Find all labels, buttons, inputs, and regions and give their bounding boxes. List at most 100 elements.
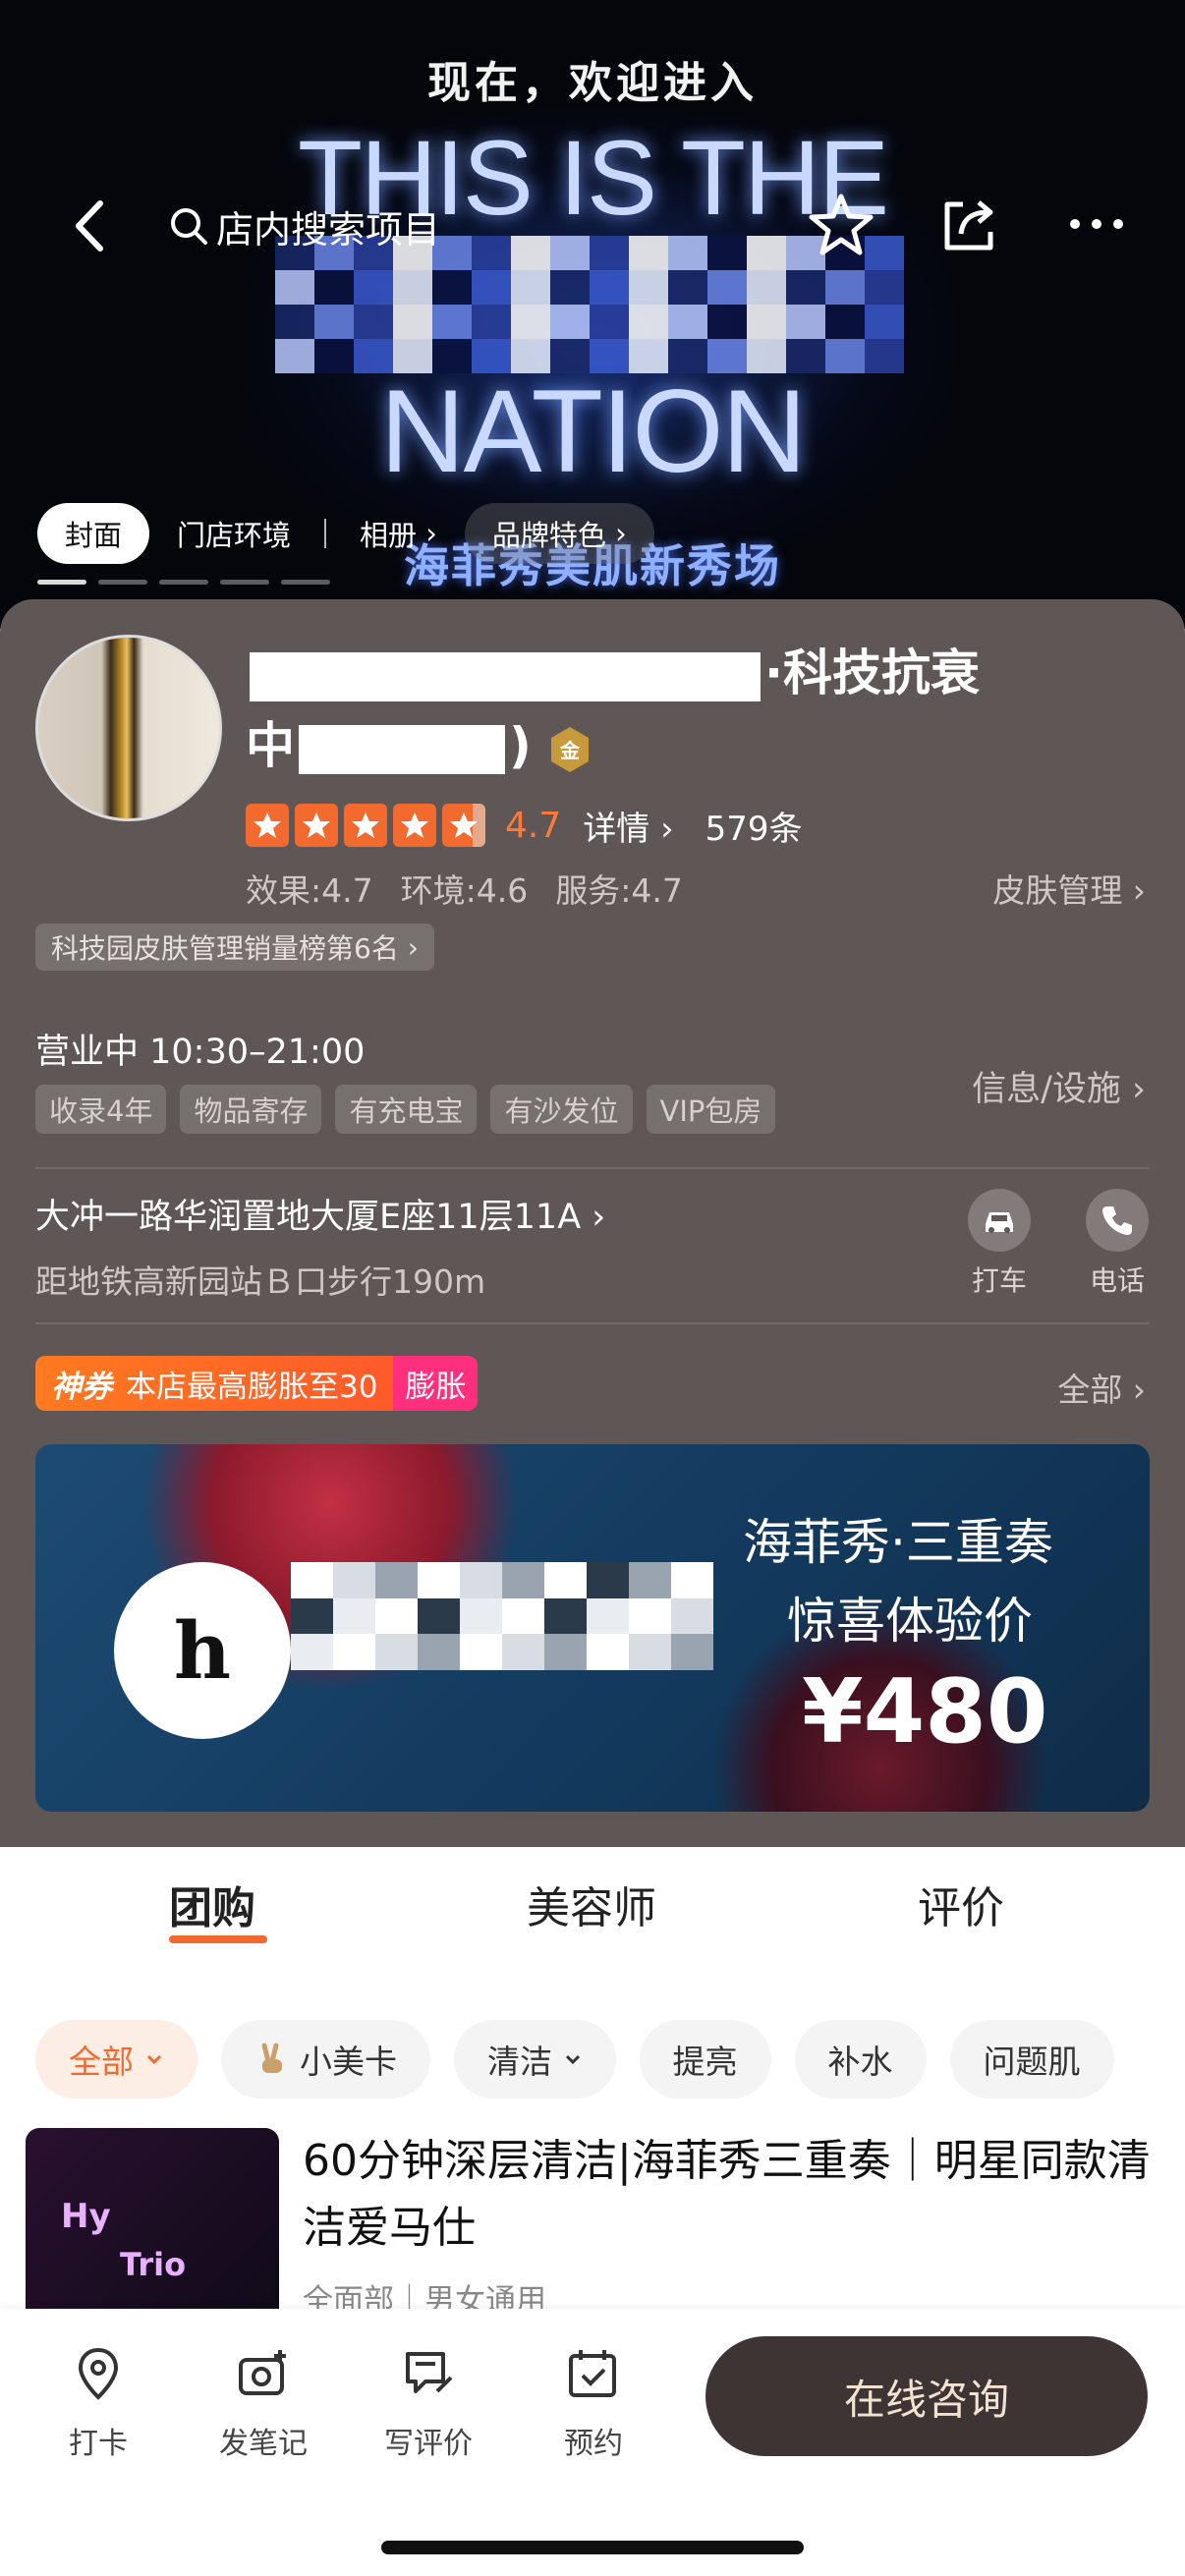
shop-name: ·科技抗衰 中) 金 [246,644,980,774]
coupon-banner[interactable]: 神券 本店最高膨胀至30 膨胀 [35,1356,479,1411]
mosaic-cell [375,1562,418,1598]
metro-distance: 距地铁高新园站Ｂ口步行190m [35,1262,486,1301]
more-options-button[interactable] [1061,189,1132,259]
shop-avatar[interactable] [35,635,222,821]
content-tabs: 团购 美容师 评价 [0,1847,1185,1945]
mosaic-cell [629,1562,671,1598]
share-button[interactable] [933,189,1004,259]
call-button[interactable]: 电话 [1073,1189,1161,1299]
mosaic-cell [432,270,472,305]
divider [35,1322,1150,1324]
mosaic-cell [333,1634,375,1670]
mosaic-cell [587,1634,629,1670]
brand-logo: h [114,1562,291,1739]
hero-tab-environment[interactable]: 门店环境 [149,503,318,564]
redacted-text [299,724,505,774]
promo-banner[interactable]: h 海菲秀·三重奏 惊喜体验价 ¥480 [35,1444,1150,1812]
mosaic-cell [375,1597,418,1635]
rating-row[interactable]: 4.7 详情 › 579条 [246,796,803,855]
store-search-input[interactable]: 店内搜索项目 [167,195,440,257]
bottom-action-bar: 打卡 发笔记 写评价 预约 在线咨询 [0,2309,1185,2576]
mosaic-cell [418,1597,460,1635]
shop-info-card: ·科技抗衰 中) 金 4.7 详情 › 579条 效果:4.7 环境:4.6 服… [0,599,1185,1857]
mosaic-cell [544,1597,587,1635]
coupon-text: 本店最高膨胀至30 [126,1369,378,1405]
location-pin-icon [78,2347,119,2400]
online-consult-button[interactable]: 在线咨询 [705,2336,1148,2456]
hero-tab-separator [324,519,327,548]
coupon-tag: 膨胀 [393,1356,479,1411]
rating-detail-link[interactable]: 详情 › [583,802,673,850]
tab-beauticians[interactable]: 美容师 [527,1873,656,1935]
mosaic-cell [629,1634,671,1670]
filter-chips: 全部 小美卡 清洁 提亮 补水 问题肌 [35,2020,1114,2099]
mosaic-cell [275,270,314,305]
mosaic-cell [550,270,590,305]
mosaic-cell [333,1597,375,1635]
score-environment: 环境:4.6 [400,871,529,910]
chip-hydrating[interactable]: 补水 [794,2020,927,2099]
write-review-button[interactable]: 写评价 [369,2344,487,2462]
mosaic-cell [511,305,550,339]
all-coupons-link[interactable]: 全部 › [1057,1364,1146,1411]
checkin-button[interactable]: 打卡 [39,2344,157,2462]
hero-tab-album[interactable]: 相册 › [332,503,465,564]
mosaic-cell [472,305,511,339]
mosaic-cell [460,1562,502,1598]
favorite-button[interactable] [806,189,876,259]
hero-sub-title: 现在，欢迎进入 [427,58,758,108]
coupon-brand: 神券 [51,1369,112,1405]
car-icon [986,1212,1013,1233]
back-button[interactable] [57,192,126,260]
mosaic-cell [668,270,707,305]
star-icon [344,804,387,847]
hero-headline-line3: NATION [379,365,807,497]
category-link[interactable]: 皮肤管理 › [992,865,1146,912]
facility-tag: 物品寄存 [180,1085,322,1134]
mosaic-cell [275,305,314,339]
phone-icon [1102,1206,1132,1235]
hero-banner[interactable]: 现在，欢迎进入 THIS IS THE NATION 海菲秀美肌新秀场 店内搜索… [0,0,1185,629]
chip-brightening[interactable]: 提亮 [639,2020,771,2099]
facility-tag: 有沙发位 [490,1085,633,1134]
page-dot [220,580,269,585]
mosaic-cell [502,1634,544,1670]
facility-tag: VIP包房 [646,1085,776,1134]
camera-plus-icon [239,2350,286,2395]
half-star-icon [442,804,485,847]
search-placeholder: 店内搜索项目 [216,207,441,252]
mosaic-cell [291,1597,333,1635]
shop-address[interactable]: 大冲一路华润置地大厦E座11层11A › [35,1189,605,1239]
mosaic-cell [590,270,629,305]
booking-button[interactable]: 预约 [535,2344,652,2462]
mosaic-cell [629,1597,671,1635]
page-dot [281,580,330,585]
mosaic-cell [590,305,629,339]
tab-group-buy[interactable]: 团购 [169,1873,267,1943]
chip-problem-skin[interactable]: 问题肌 [949,2020,1114,2099]
mosaic-cell [291,1634,333,1670]
info-facilities-link[interactable]: 信息/设施 › [972,1061,1146,1111]
star-icon [393,804,436,847]
chip-all[interactable]: 全部 [35,2020,198,2099]
taxi-button[interactable]: 打车 [955,1189,1044,1299]
search-icon [171,208,207,245]
redacted-text [250,651,761,701]
chip-member-card[interactable]: 小美卡 [220,2020,430,2099]
ranking-badge[interactable]: 科技园皮肤管理销量榜第6名 › [35,924,434,971]
promo-subtitle: 惊喜体验价 [787,1593,1033,1650]
mosaic-cell [544,1562,587,1598]
hero-tab-cover[interactable]: 封面 [37,503,150,564]
mosaic-cell [418,1562,460,1598]
tab-reviews[interactable]: 评价 [918,1873,1004,1935]
chip-cleansing[interactable]: 清洁 [454,2020,616,2099]
mosaic-cell [587,1562,629,1598]
post-note-button[interactable]: 发笔记 [204,2344,322,2462]
hero-tab-brand[interactable]: 品牌特色 › [464,503,654,564]
review-count[interactable]: 579条 [705,802,803,850]
mosaic-cell [460,1597,502,1635]
mosaic-cell [393,305,432,339]
mosaic-cell [865,270,904,305]
chevron-left-icon [76,200,103,252]
mosaic-cell [314,305,354,339]
